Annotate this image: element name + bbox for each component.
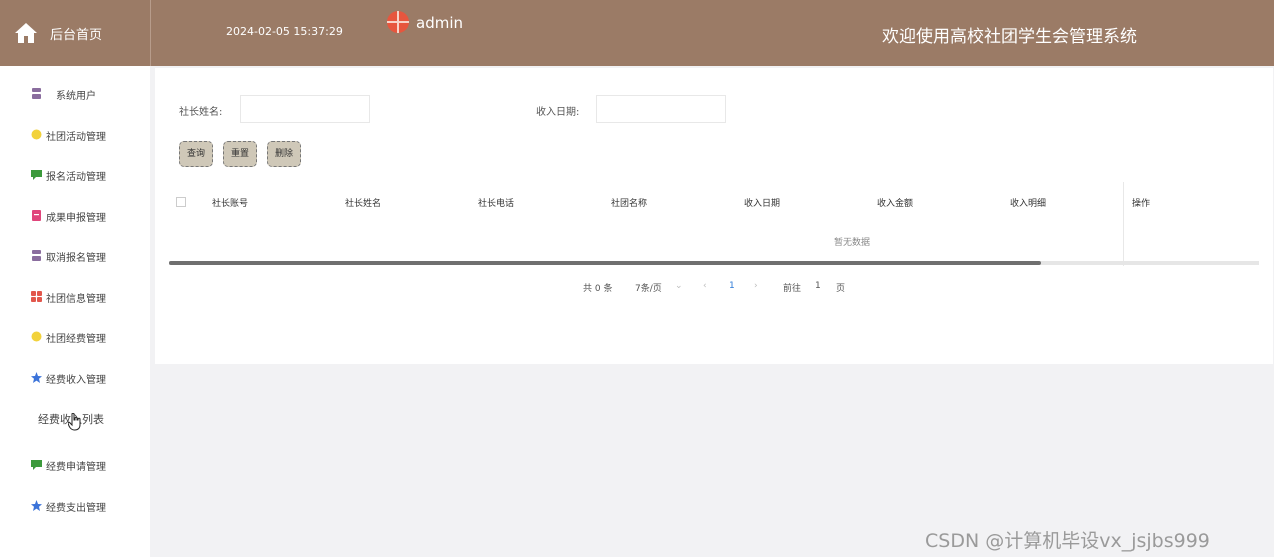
column-header: 操作 xyxy=(1132,199,1151,209)
document-icon xyxy=(32,210,41,221)
president-name-label: 社长姓名: xyxy=(179,107,223,118)
income-date-label: 收入日期: xyxy=(536,107,580,118)
president-name-input[interactable] xyxy=(240,95,370,123)
sidebar-item-label: 经费支出管理 xyxy=(46,503,106,514)
sidebar-item-cancel-signup[interactable]: 取消报名管理 xyxy=(0,241,150,271)
sidebar-item-label: 经费收入管理 xyxy=(46,375,106,386)
sidebar-item-fund-application[interactable]: 经费申请管理 xyxy=(0,450,150,480)
grid-icon xyxy=(31,291,42,302)
column-divider xyxy=(1123,182,1124,266)
column-header: 社团名称 xyxy=(611,199,648,209)
current-page[interactable]: 1 xyxy=(729,281,735,291)
column-header: 社长账号 xyxy=(212,199,249,209)
sidebar-item-signup-activity[interactable]: 报名活动管理 xyxy=(0,160,150,190)
sidebar-item-label: 社团经费管理 xyxy=(46,334,106,345)
welcome-title: 欢迎使用高校社团学生会管理系统 xyxy=(882,27,1137,47)
goto-page-input[interactable]: 1 xyxy=(815,281,821,291)
home-icon xyxy=(15,23,37,43)
query-button[interactable]: 查询 xyxy=(179,141,213,167)
top-header: 后台首页 2024-02-05 15:37:29 admin 欢迎使用高校社团学… xyxy=(0,0,1274,66)
star-icon xyxy=(31,500,42,511)
goto-label: 前往 xyxy=(783,284,802,294)
income-date-input[interactable] xyxy=(596,95,726,123)
watermark: CSDN @计算机毕设vx_jsjbs999 xyxy=(925,530,1210,552)
reset-button[interactable]: 重置 xyxy=(223,141,257,167)
sidebar-item-achievement[interactable]: 成果申报管理 xyxy=(0,201,150,231)
sidebar-item-label: 成果申报管理 xyxy=(46,213,106,224)
current-datetime: 2024-02-05 15:37:29 xyxy=(226,25,343,38)
home-label: 后台首页 xyxy=(50,28,103,43)
delete-button[interactable]: 删除 xyxy=(267,141,301,167)
sidebar-item-label: 系统用户 xyxy=(56,91,96,102)
chevron-down-icon[interactable]: ⌄ xyxy=(675,281,683,291)
message-icon xyxy=(31,460,42,470)
sidebar-item-club-funds[interactable]: 社团经费管理 xyxy=(0,322,150,352)
empty-state: 暂无数据 xyxy=(834,238,871,248)
home-link[interactable]: 后台首页 xyxy=(0,0,151,66)
username[interactable]: admin xyxy=(416,14,463,32)
sidebar-item-label: 取消报名管理 xyxy=(46,253,106,264)
hand-cursor-icon xyxy=(68,413,81,431)
sidebar-item-label: 社团信息管理 xyxy=(46,294,106,305)
message-icon xyxy=(31,170,42,180)
user-group-icon xyxy=(32,88,41,99)
circle-icon xyxy=(31,129,42,140)
column-header: 收入日期 xyxy=(744,199,781,209)
pagination-total: 共 0 条 xyxy=(583,284,613,294)
sidebar-item-label: 经费申请管理 xyxy=(46,462,106,473)
sidebar-item-label: 报名活动管理 xyxy=(46,172,106,183)
page-unit-label: 页 xyxy=(836,284,846,294)
column-header: 社长姓名 xyxy=(345,199,382,209)
sidebar-item-fund-expense[interactable]: 经费支出管理 xyxy=(0,491,150,521)
scrollbar-thumb[interactable] xyxy=(169,261,1041,265)
select-all-checkbox[interactable] xyxy=(176,197,186,207)
main-panel: 社长姓名: 收入日期: 查询 重置 删除 社长账号 社长姓名 社长电话 社团名称… xyxy=(155,68,1273,364)
page-size-select[interactable]: 7条/页 xyxy=(635,281,662,294)
avatar[interactable] xyxy=(386,10,410,34)
circle-icon xyxy=(31,331,42,342)
column-header: 社长电话 xyxy=(478,199,515,209)
sidebar-item-system-users[interactable]: 系统用户 xyxy=(0,79,150,109)
prev-page-icon[interactable]: ‹ xyxy=(703,281,707,291)
sidebar-item-fund-income[interactable]: 经费收入管理 xyxy=(0,363,150,393)
sidebar-item-club-activity[interactable]: 社团活动管理 xyxy=(0,120,150,150)
star-icon xyxy=(31,372,42,383)
sidebar-item-label: 社团活动管理 xyxy=(46,132,106,143)
column-header: 收入金额 xyxy=(877,199,914,209)
sidebar: 系统用户 社团活动管理 报名活动管理 成果申报管理 取消报名管理 社团信息管理 … xyxy=(0,66,150,557)
sidebar-item-club-info[interactable]: 社团信息管理 xyxy=(0,282,150,312)
column-header: 收入明细 xyxy=(1010,199,1047,209)
next-page-icon[interactable]: › xyxy=(754,281,758,291)
user-group-icon xyxy=(32,250,41,261)
